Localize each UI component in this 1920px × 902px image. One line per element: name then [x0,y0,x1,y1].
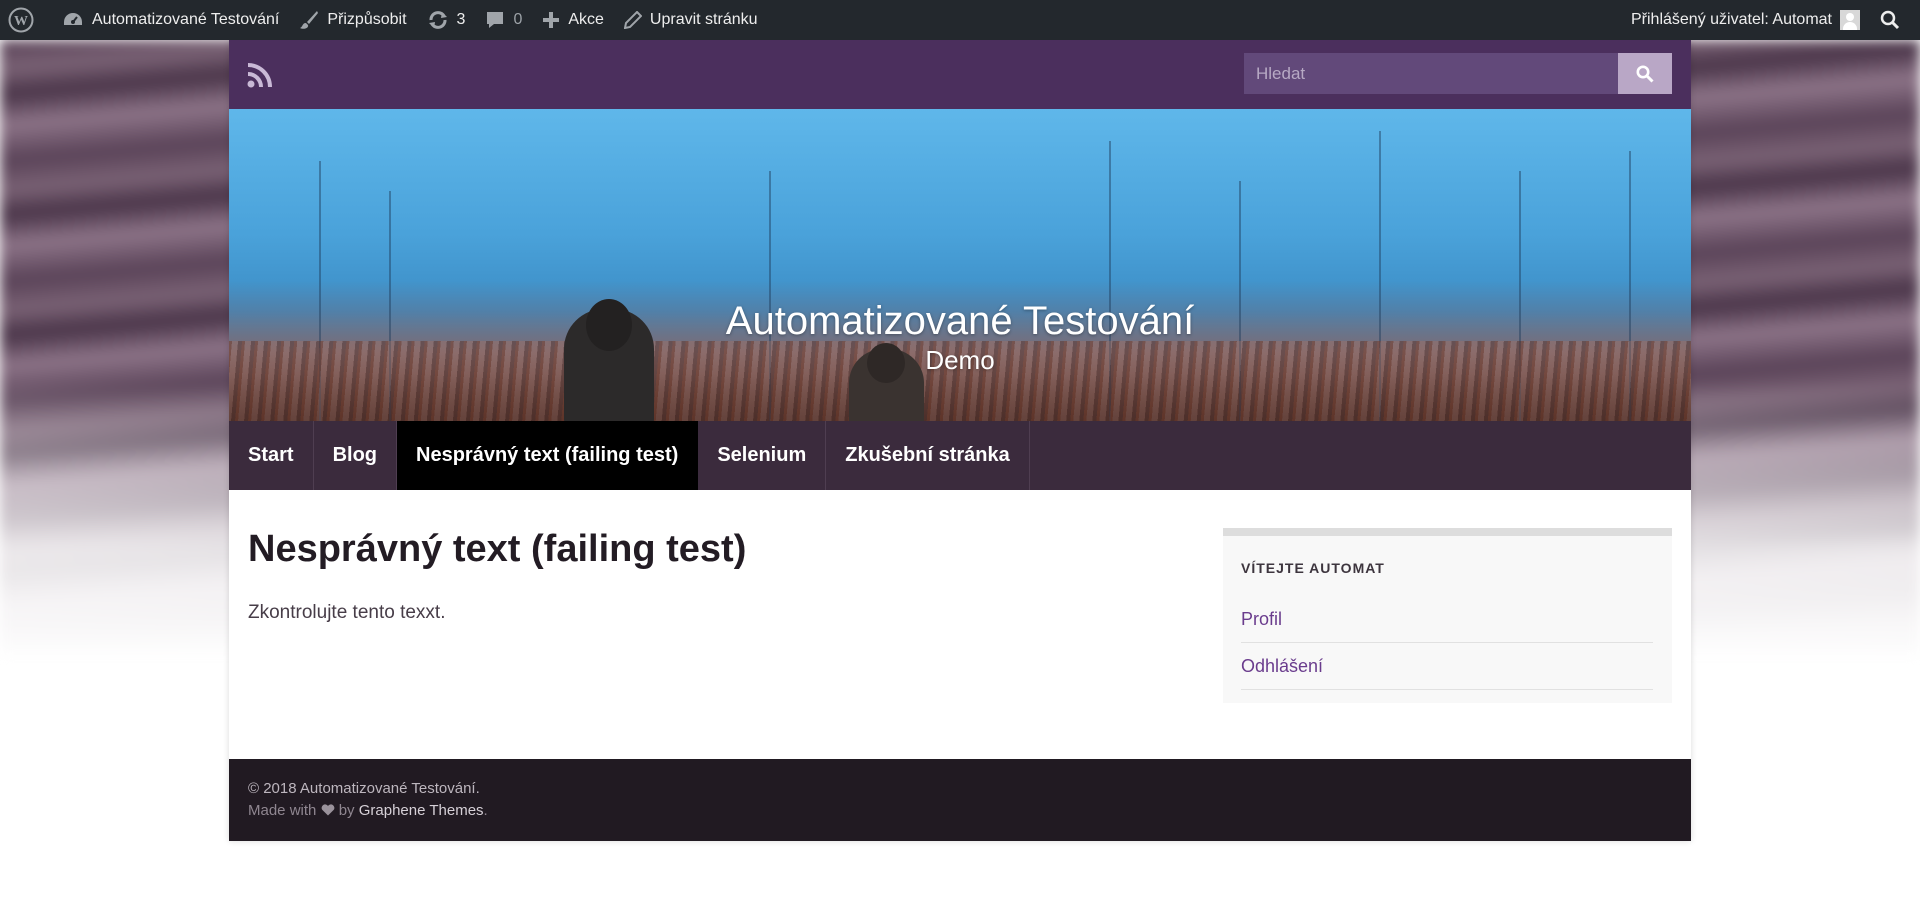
pencil-icon [623,11,642,29]
nav-item-blog[interactable]: Blog [314,421,398,490]
main-navigation: Start Blog Nesprávný text (failing test)… [229,421,1691,490]
admin-new[interactable]: Akce [532,0,614,40]
nav-item-failing-test[interactable]: Nesprávný text (failing test) [397,421,699,490]
avatar [1840,10,1860,30]
widget-links: Profil Odhlášení [1241,596,1653,690]
nav-item-selenium[interactable]: Selenium [698,421,827,490]
footer-credits: Made with by Graphene Themes. [248,802,488,819]
nav-item-test-page[interactable]: Zkušební stránka [826,421,1030,490]
admin-customize[interactable]: Přizpůsobit [289,0,416,40]
wordpress-menu[interactable]: W [0,0,52,40]
admin-site-name-label: Automatizované Testování [92,11,280,28]
nav-item-start[interactable]: Start [229,421,314,490]
profile-link[interactable]: Profil [1241,596,1653,643]
updates-icon [428,11,447,29]
graphene-themes-link[interactable]: Graphene Themes [359,802,484,819]
by-label: by [338,802,355,819]
admin-edit-page[interactable]: Upravit stránku [614,0,768,40]
svg-text:W: W [14,14,28,29]
brush-icon [300,11,319,29]
search-icon [1880,10,1900,30]
wordpress-icon: W [8,7,34,33]
admin-updates[interactable]: 3 [417,0,476,40]
footer-copyright: © 2018 Automatizované Testování. [248,780,480,797]
logged-in-label: Přihlášený uživatel: Automat [1631,11,1832,28]
top-bar [229,40,1691,109]
admin-comments[interactable]: 0 [475,0,532,40]
made-with-label: Made with [248,802,317,819]
rss-icon[interactable] [247,62,273,88]
admin-account[interactable]: Přihlášený uživatel: Automat [1621,0,1870,40]
admin-edit-page-label: Upravit stránku [649,11,758,28]
page-title: Nesprávný text (failing test) [248,528,747,570]
welcome-widget: VÍTEJTE AUTOMAT Profil Odhlášení [1223,528,1672,703]
footer-period: . [483,802,488,819]
admin-customize-label: Přizpůsobit [327,11,407,28]
site-description: Demo [925,345,995,375]
page-text: Zkontrolujte tento texxt. [248,602,446,623]
site-container: Automatizované Testování Demo Start Blog… [229,40,1691,841]
comments-count: 0 [513,11,523,28]
search-button[interactable] [1618,53,1672,94]
updates-count: 3 [456,11,466,28]
content-area: Nesprávný text (failing test) Zkontroluj… [229,490,1691,760]
search-form [1244,53,1672,94]
widget-title: VÍTEJTE AUTOMAT [1241,560,1385,576]
admin-bar: W Automatizované Testování Přizpůsobit 3… [0,0,1920,40]
plus-icon [543,12,560,28]
admin-site-name[interactable]: Automatizované Testování [52,0,289,40]
search-icon [1636,65,1654,83]
dashboard-icon [64,13,82,25]
site-title[interactable]: Automatizované Testování [229,299,1691,344]
heart-icon [321,804,334,816]
footer: © 2018 Automatizované Testování. Made wi… [229,759,1691,841]
header-image: Automatizované Testování Demo [229,109,1691,421]
search-input[interactable] [1244,53,1618,94]
admin-new-label: Akce [568,11,604,28]
logout-link[interactable]: Odhlášení [1241,643,1653,690]
comment-icon [487,12,504,28]
admin-search[interactable] [1870,0,1920,40]
